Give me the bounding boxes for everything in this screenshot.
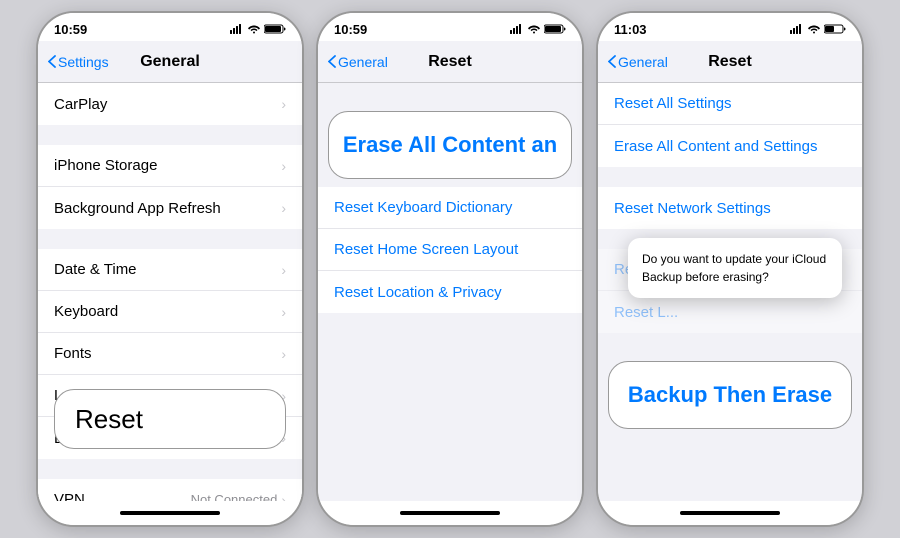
erase-callout-text: Erase All Content an <box>343 132 557 158</box>
phone-1: 10:59 Settings General CarPlay › <box>36 11 304 527</box>
status-bar-3: 11:03 <box>598 13 862 41</box>
nav-back-label-3: General <box>618 54 668 70</box>
row-carplay[interactable]: CarPlay › <box>38 83 302 125</box>
back-chevron-icon-3 <box>608 55 616 68</box>
phone-2: 10:59 General Reset Erase All Content an <box>316 11 584 527</box>
chevron-icon: › <box>281 158 286 174</box>
signal-icon-2 <box>510 24 524 34</box>
phone-3: 11:03 General Reset Reset All Settings <box>596 11 864 527</box>
wifi-icon-3 <box>808 24 820 34</box>
nav-title-3: Reset <box>708 53 752 71</box>
status-time-3: 11:03 <box>614 22 647 37</box>
row-iphone-storage[interactable]: iPhone Storage › <box>38 145 302 187</box>
signal-icon-3 <box>790 24 804 34</box>
ph3-reset-all[interactable]: Reset All Settings <box>598 83 862 125</box>
status-bar-2: 10:59 <box>318 13 582 41</box>
content-3: Reset All Settings Erase All Content and… <box>598 83 862 501</box>
ph2-links-group: Reset Keyboard Dictionary Reset Home Scr… <box>318 187 582 313</box>
row-keyboard[interactable]: Keyboard › <box>38 291 302 333</box>
row-fonts[interactable]: Fonts › <box>38 333 302 375</box>
content-1: CarPlay › iPhone Storage › Background Ap… <box>38 83 302 501</box>
row-background-refresh[interactable]: Background App Refresh › <box>38 187 302 229</box>
status-icons-2 <box>510 24 566 34</box>
group-carplay: CarPlay › <box>38 83 302 125</box>
battery-icon-3 <box>824 24 846 34</box>
phones-container: 10:59 Settings General CarPlay › <box>26 1 874 537</box>
row-vpn[interactable]: VPN Not Connected › <box>38 479 302 501</box>
chevron-icon: › <box>281 200 286 216</box>
erase-callout: Erase All Content an <box>328 111 572 179</box>
backup-callout[interactable]: Backup Then Erase <box>608 361 852 429</box>
status-icons-1 <box>230 24 286 34</box>
dialog-popup: Do you want to update your iCloud Backup… <box>628 238 842 298</box>
ph3-erase-all[interactable]: Erase All Content and Settings <box>598 125 862 167</box>
chevron-icon: › <box>281 96 286 112</box>
reset-callout: Reset <box>54 389 286 449</box>
wifi-icon <box>248 24 260 34</box>
home-bar-1 <box>120 511 220 515</box>
battery-icon-2 <box>544 24 566 34</box>
status-time-1: 10:59 <box>54 22 87 37</box>
ph2-reset-location[interactable]: Reset Location & Privacy <box>318 271 582 313</box>
nav-back-label-2: General <box>338 54 388 70</box>
group-vpn: VPN Not Connected › Profile iOS 13 & iPa… <box>38 479 302 501</box>
chevron-icon: › <box>281 304 286 320</box>
wifi-icon-2 <box>528 24 540 34</box>
status-time-2: 10:59 <box>334 22 367 37</box>
chevron-icon: › <box>281 346 286 362</box>
chevron-icon: › <box>281 492 286 502</box>
status-bar-1: 10:59 <box>38 13 302 41</box>
row-date-time[interactable]: Date & Time › <box>38 249 302 291</box>
signal-icon <box>230 24 244 34</box>
dialog-text: Do you want to update your iCloud Backup… <box>642 252 826 284</box>
chevron-icon: › <box>281 262 286 278</box>
nav-title-2: Reset <box>428 53 472 71</box>
ph2-reset-home[interactable]: Reset Home Screen Layout <box>318 229 582 271</box>
nav-back-1[interactable]: Settings <box>48 54 109 70</box>
ph3-reset-network[interactable]: Reset Network Settings <box>598 187 862 229</box>
home-bar-3 <box>680 511 780 515</box>
ph3-group1: Reset All Settings Erase All Content and… <box>598 83 862 167</box>
home-indicator-2 <box>318 501 582 525</box>
nav-back-3[interactable]: General <box>608 54 668 70</box>
back-chevron-icon-2 <box>328 55 336 68</box>
nav-bar-2: General Reset <box>318 41 582 83</box>
reset-callout-text: Reset <box>75 404 143 435</box>
home-indicator-3 <box>598 501 862 525</box>
home-bar-2 <box>400 511 500 515</box>
nav-bar-3: General Reset <box>598 41 862 83</box>
ph3-group2: Reset Network Settings <box>598 187 862 229</box>
nav-back-label-1: Settings <box>58 54 109 70</box>
battery-icon <box>264 24 286 34</box>
nav-bar-1: Settings General <box>38 41 302 83</box>
home-indicator-1 <box>38 501 302 525</box>
nav-title-1: General <box>140 53 200 71</box>
nav-back-2[interactable]: General <box>328 54 388 70</box>
backup-callout-text: Backup Then Erase <box>628 382 832 408</box>
status-icons-3 <box>790 24 846 34</box>
back-chevron-icon <box>48 55 56 68</box>
ph2-reset-keyboard[interactable]: Reset Keyboard Dictionary <box>318 187 582 229</box>
content-2: Erase All Content an Reset Keyboard Dict… <box>318 83 582 501</box>
group-storage: iPhone Storage › Background App Refresh … <box>38 145 302 229</box>
